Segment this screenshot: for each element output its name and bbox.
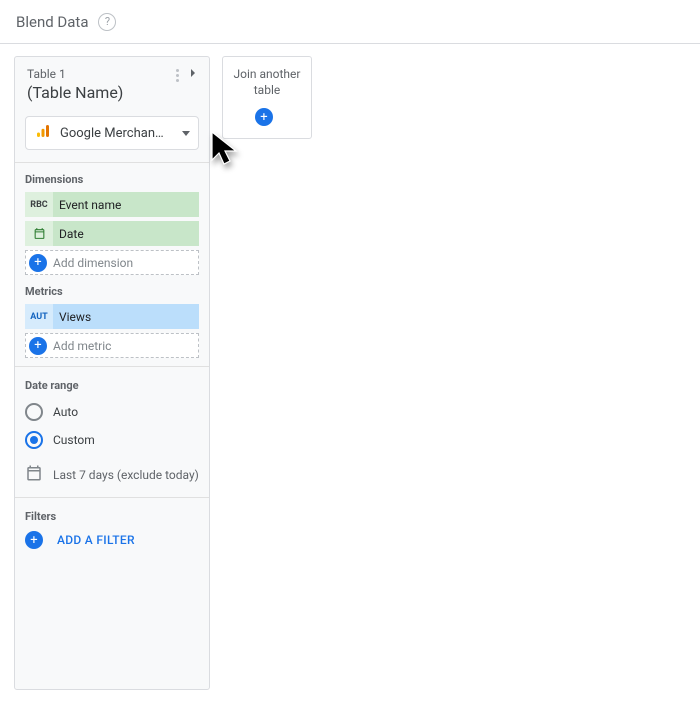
add-metric-label: Add metric — [53, 339, 111, 353]
join-label: Join another table — [229, 67, 305, 98]
card-header: Table 1 (Table Name) — [15, 57, 209, 110]
plus-icon: + — [255, 108, 273, 126]
join-another-table-button[interactable]: Join another table + — [222, 56, 312, 139]
add-filter-label: ADD A FILTER — [57, 533, 135, 547]
metric-chip[interactable]: AUT Views — [25, 304, 199, 329]
more-icon[interactable] — [176, 69, 179, 82]
date-range-custom-radio[interactable]: Custom — [25, 426, 199, 454]
radio-label: Custom — [53, 433, 95, 447]
data-source-label: Google Merchan… — [60, 126, 174, 141]
metric-name: Views — [53, 310, 199, 324]
table-card: Table 1 (Table Name) Google Merchan… Dim… — [14, 56, 210, 690]
add-dimension-label: Add dimension — [53, 256, 133, 270]
date-range-heading: Date range — [25, 379, 199, 392]
dimensions-section: Dimensions RBC Event name Date + Add dim… — [15, 163, 209, 366]
plus-icon: + — [29, 337, 47, 355]
add-filter-button[interactable]: + ADD A FILTER — [25, 531, 199, 549]
dimension-chip[interactable]: Date — [25, 221, 199, 246]
plus-icon: + — [25, 531, 43, 549]
metric-type-badge: AUT — [25, 304, 53, 329]
radio-label: Auto — [53, 405, 78, 419]
date-range-display[interactable]: Last 7 days (exclude today) — [25, 464, 199, 485]
table-index-title: Table 1 — [27, 67, 197, 81]
calendar-icon — [25, 221, 53, 246]
dimensions-heading: Dimensions — [25, 173, 199, 186]
date-range-value: Last 7 days (exclude today) — [53, 468, 199, 482]
analytics-icon — [34, 122, 52, 144]
help-icon[interactable]: ? — [98, 13, 116, 31]
filters-section: Filters + ADD A FILTER — [15, 498, 209, 569]
dimension-name: Date — [53, 227, 199, 241]
chevron-right-icon[interactable] — [185, 65, 201, 85]
dimension-name: Event name — [53, 198, 199, 212]
table-name-title: (Table Name) — [27, 83, 197, 102]
dimension-chip[interactable]: RBC Event name — [25, 192, 199, 217]
data-source-select[interactable]: Google Merchan… — [25, 116, 199, 150]
date-range-auto-radio[interactable]: Auto — [25, 398, 199, 426]
add-metric-button[interactable]: + Add metric — [25, 333, 199, 358]
metrics-heading: Metrics — [25, 285, 199, 298]
radio-icon — [25, 403, 43, 421]
radio-icon — [25, 431, 43, 449]
card-empty-area — [15, 569, 209, 689]
filters-heading: Filters — [25, 510, 199, 523]
plus-icon: + — [29, 254, 47, 272]
blend-canvas: Table 1 (Table Name) Google Merchan… Dim… — [0, 44, 700, 702]
calendar-icon — [25, 464, 43, 485]
panel-title: Blend Data — [16, 13, 88, 31]
dimension-type-badge: RBC — [25, 192, 53, 217]
date-range-section: Date range Auto Custom Last 7 days (excl… — [15, 367, 209, 497]
panel-header: Blend Data ? — [0, 0, 700, 44]
add-dimension-button[interactable]: + Add dimension — [25, 250, 199, 275]
caret-down-icon — [182, 131, 190, 136]
